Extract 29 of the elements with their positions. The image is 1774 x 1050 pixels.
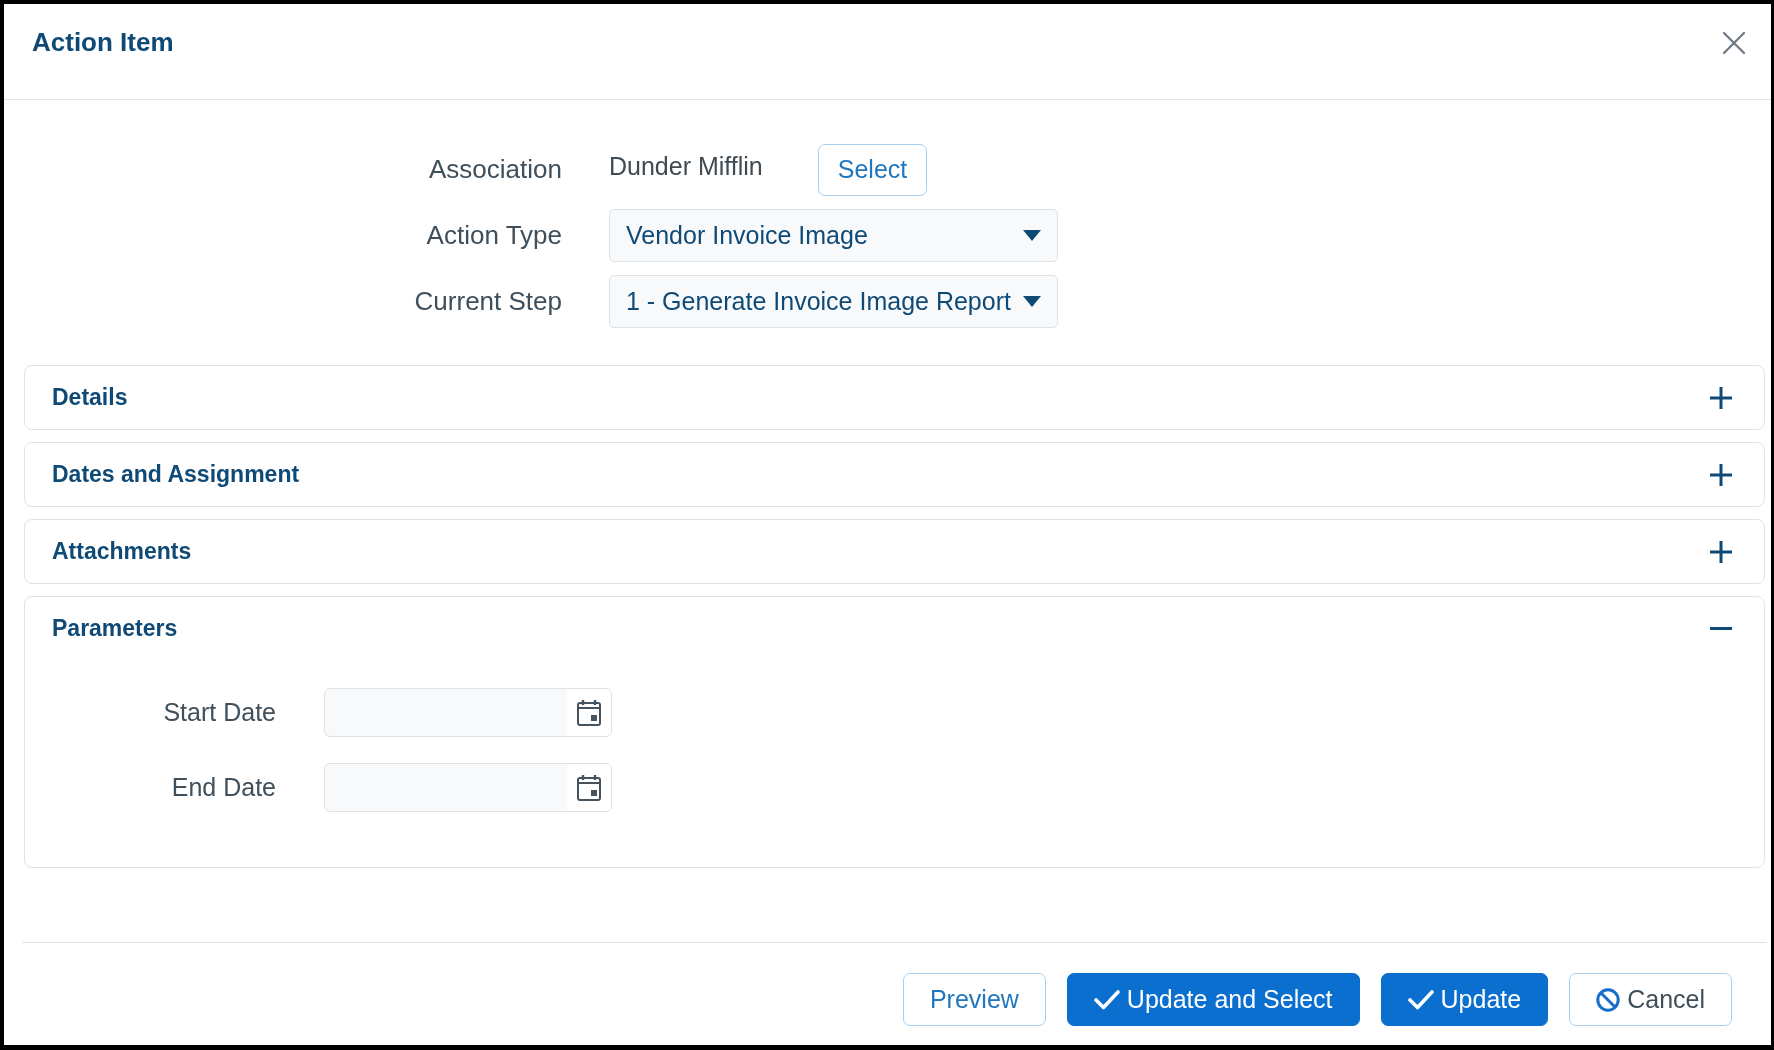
association-value: Dunder Mifflin: [609, 150, 764, 182]
close-button[interactable]: [1723, 31, 1745, 54]
dropdown[interactable]: 1 - Generate Invoice Image Report: [609, 275, 1058, 328]
check-icon: [1093, 989, 1120, 1010]
calendar-icon[interactable]: [577, 699, 601, 726]
close-icon: [1723, 31, 1745, 54]
field-label: Association: [428, 153, 562, 186]
section-header[interactable]: Parameters: [25, 597, 1764, 660]
ban-icon: [1596, 987, 1621, 1012]
dialog-title: Action Item: [32, 26, 174, 59]
section-header[interactable]: Attachments: [25, 520, 1764, 583]
section-header[interactable]: Dates and Assignment: [25, 443, 1764, 506]
select-button[interactable]: Select: [818, 143, 927, 196]
field-label: Current Step: [413, 285, 562, 318]
caret-icon: [1023, 230, 1041, 241]
field-label: End Date: [170, 771, 276, 803]
section-header[interactable]: Details: [25, 366, 1764, 429]
field-label: Action Type: [425, 219, 562, 252]
date-field[interactable]: [324, 688, 612, 737]
caret-icon: [1023, 296, 1041, 307]
check-icon: [1407, 989, 1434, 1010]
field-label: Start Date: [162, 696, 276, 728]
cancel-button[interactable]: Cancel: [1569, 973, 1732, 1026]
confirm-button[interactable]: Update and Select: [1066, 973, 1360, 1026]
preview-button[interactable]: Preview: [902, 973, 1046, 1026]
dropdown[interactable]: Vendor Invoice Image: [609, 209, 1058, 262]
calendar-icon[interactable]: [577, 774, 601, 801]
confirm-button[interactable]: Update: [1380, 973, 1549, 1026]
date-field[interactable]: [324, 763, 612, 812]
